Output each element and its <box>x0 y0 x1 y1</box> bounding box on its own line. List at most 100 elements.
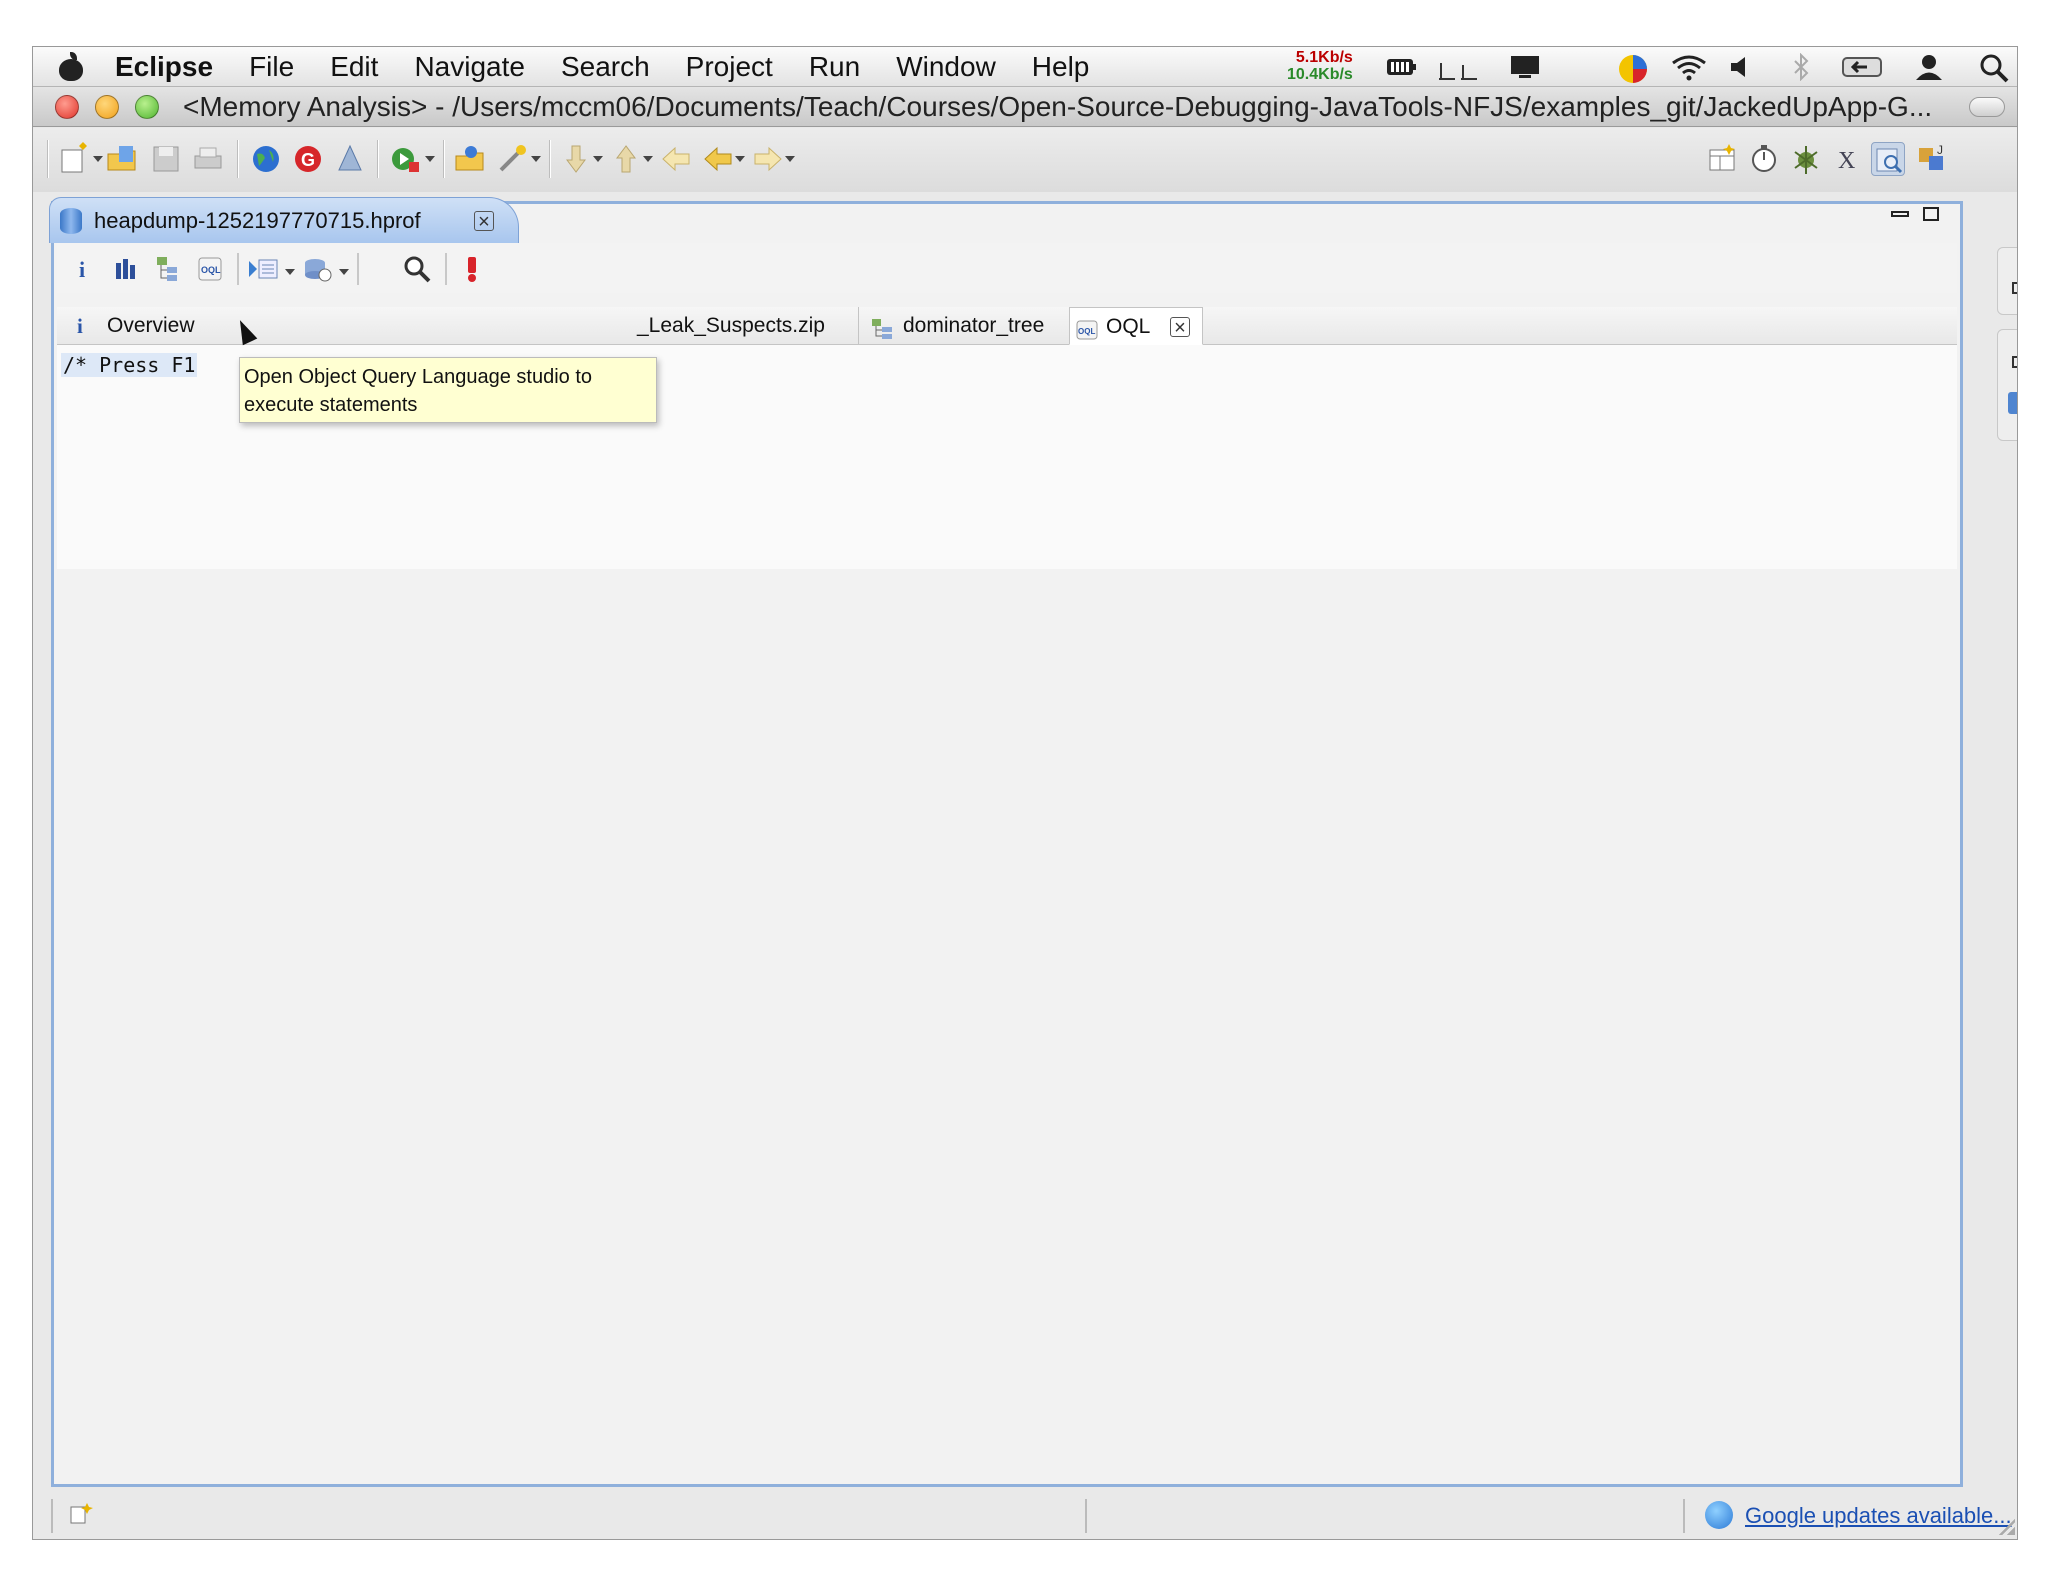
open-perspective-icon[interactable] <box>1705 142 1739 176</box>
minimize-editor-icon[interactable] <box>1891 211 1909 217</box>
search-wand-icon[interactable] <box>495 142 529 176</box>
menu-file[interactable]: File <box>249 47 294 87</box>
right-trim-stack <box>1997 247 2017 447</box>
previous-annotation-dropdown-arrow[interactable] <box>643 156 653 162</box>
profiling-perspective-icon[interactable] <box>1747 142 1781 176</box>
menu-project[interactable]: Project <box>686 47 773 87</box>
battery-icon[interactable] <box>1385 53 1416 81</box>
tab-dominator-tree[interactable]: dominator_tree <box>865 307 1065 345</box>
tab-oql[interactable]: OQL OQL × <box>1069 307 1203 345</box>
open-file-icon[interactable] <box>105 142 139 176</box>
fast-view-icon[interactable] <box>69 1501 93 1527</box>
menu-help[interactable]: Help <box>1032 47 1090 87</box>
svg-text:OQL: OQL <box>1078 327 1095 336</box>
google-app-engine-icon[interactable]: G <box>291 142 325 176</box>
close-tab-icon[interactable]: × <box>474 211 494 232</box>
tab-overview[interactable]: i Overview <box>65 307 215 345</box>
tab-leak-suspects-label: _Leak_Suspects.zip <box>637 314 825 337</box>
window-title-bar[interactable]: <Memory Analysis> - /Users/mccm06/Docume… <box>33 87 2017 127</box>
maximize-editor-icon[interactable] <box>1923 207 1939 221</box>
volume-icon[interactable] <box>1727 53 1757 81</box>
dominator-tree-icon[interactable] <box>155 255 181 283</box>
tab-dominator-tree-label: dominator_tree <box>903 314 1045 337</box>
close-oql-tab-icon[interactable]: × <box>1170 317 1190 338</box>
next-annotation-dropdown-arrow[interactable] <box>593 156 603 162</box>
menu-window[interactable]: Window <box>896 47 996 87</box>
globe-icon[interactable] <box>249 142 283 176</box>
minimize-window-button[interactable] <box>95 95 119 119</box>
restore-icon[interactable] <box>2012 356 2017 368</box>
print-icon[interactable] <box>191 142 225 176</box>
histogram-icon[interactable] <box>113 255 139 283</box>
display-icon[interactable] <box>1509 53 1539 81</box>
run-expert-report-icon[interactable] <box>247 255 283 283</box>
back-dropdown-arrow[interactable] <box>735 156 745 162</box>
forward-icon[interactable] <box>751 142 785 176</box>
color-wheel-icon[interactable] <box>1617 53 1647 83</box>
tab-leak-suspects[interactable]: _Leak_Suspects.zip <box>633 307 859 345</box>
resize-grip-icon[interactable] <box>1999 1519 2015 1535</box>
toolbar-separator <box>47 140 49 178</box>
inspector-view-icon[interactable] <box>2008 392 2017 414</box>
last-edit-location-icon[interactable] <box>659 142 693 176</box>
query-browser-icon[interactable] <box>303 255 337 283</box>
network-speed-indicator[interactable]: 5.1Kb/s 10.4Kb/s <box>1287 49 1353 83</box>
tree-icon <box>871 315 895 339</box>
input-source-icon[interactable] <box>1841 53 1882 81</box>
forward-dropdown-arrow[interactable] <box>785 156 795 162</box>
spotlight-search-icon[interactable] <box>1979 53 2009 83</box>
menu-run[interactable]: Run <box>809 47 860 87</box>
toolbar-toggle-button[interactable] <box>1969 97 2005 117</box>
screen: Eclipse File Edit Navigate Search Projec… <box>0 0 2048 1582</box>
main-toolbar: G X J <box>33 128 2017 192</box>
tooltip: Open Object Query Language studio to exe… <box>239 357 657 423</box>
leak-suspects-icon[interactable] <box>459 255 485 283</box>
run-dropdown-arrow[interactable] <box>425 156 435 162</box>
restore-icon[interactable] <box>2012 282 2017 294</box>
run-icon[interactable] <box>389 142 423 176</box>
wifi-icon[interactable] <box>1669 53 1706 81</box>
menu-bar: Eclipse File Edit Navigate Search Projec… <box>33 47 2017 87</box>
oql-studio-icon[interactable]: OQL <box>197 255 223 283</box>
menu-edit[interactable]: Edit <box>330 47 378 87</box>
heap-dump-toolbar: i OQL <box>57 243 1957 293</box>
debug-perspective-icon[interactable] <box>1789 142 1823 176</box>
google-updates-icon[interactable] <box>1705 1501 1733 1529</box>
next-annotation-icon[interactable] <box>559 142 593 176</box>
menu-navigate[interactable]: Navigate <box>414 47 525 87</box>
user-account-icon[interactable] <box>1913 53 1943 81</box>
menu-search[interactable]: Search <box>561 47 650 87</box>
find-object-icon[interactable] <box>403 255 431 283</box>
cpu-graph-icon[interactable] <box>1437 53 1477 81</box>
tooltip-line-1: Open Object Query Language studio to <box>244 366 593 388</box>
oql-code-text[interactable]: /* Press F1 <box>61 353 198 377</box>
info-icon: i <box>77 314 83 338</box>
editor-tab-heapdump[interactable]: heapdump-1252197770715.hprof × <box>49 197 519 243</box>
menu-app-eclipse[interactable]: Eclipse <box>115 47 213 87</box>
svg-text:i: i <box>79 257 85 282</box>
new-icon[interactable] <box>57 142 91 176</box>
svg-text:J: J <box>1937 143 1943 157</box>
deploy-icon[interactable] <box>333 142 367 176</box>
apple-icon[interactable] <box>55 51 87 82</box>
new-dropdown-arrow[interactable] <box>93 156 103 162</box>
zoom-window-button[interactable] <box>135 95 159 119</box>
memory-analysis-perspective-icon[interactable] <box>1871 142 1905 176</box>
heap-dump-inner-tabs: i Overview _Leak_Suspects.zip dominator_… <box>57 307 1957 345</box>
save-icon[interactable] <box>149 142 183 176</box>
heap-dump-icon <box>60 208 82 234</box>
run-report-dropdown-arrow[interactable] <box>285 269 295 275</box>
google-updates-link[interactable]: Google updates available... <box>1745 1503 2012 1529</box>
overview-info-icon[interactable]: i <box>71 255 97 283</box>
query-browser-dropdown-arrow[interactable] <box>339 269 349 275</box>
previous-annotation-icon[interactable] <box>609 142 643 176</box>
search-dropdown-arrow[interactable] <box>531 156 541 162</box>
window-title: <Memory Analysis> - /Users/mccm06/Docume… <box>183 91 1933 122</box>
bluetooth-icon[interactable] <box>1791 52 1821 82</box>
close-window-button[interactable] <box>55 95 79 119</box>
open-type-icon[interactable] <box>453 142 487 176</box>
xml-perspective-icon[interactable]: X <box>1831 142 1865 176</box>
back-icon[interactable] <box>701 142 735 176</box>
restore-view-box <box>1997 247 2017 315</box>
java-perspective-icon[interactable]: J <box>1915 142 1949 176</box>
